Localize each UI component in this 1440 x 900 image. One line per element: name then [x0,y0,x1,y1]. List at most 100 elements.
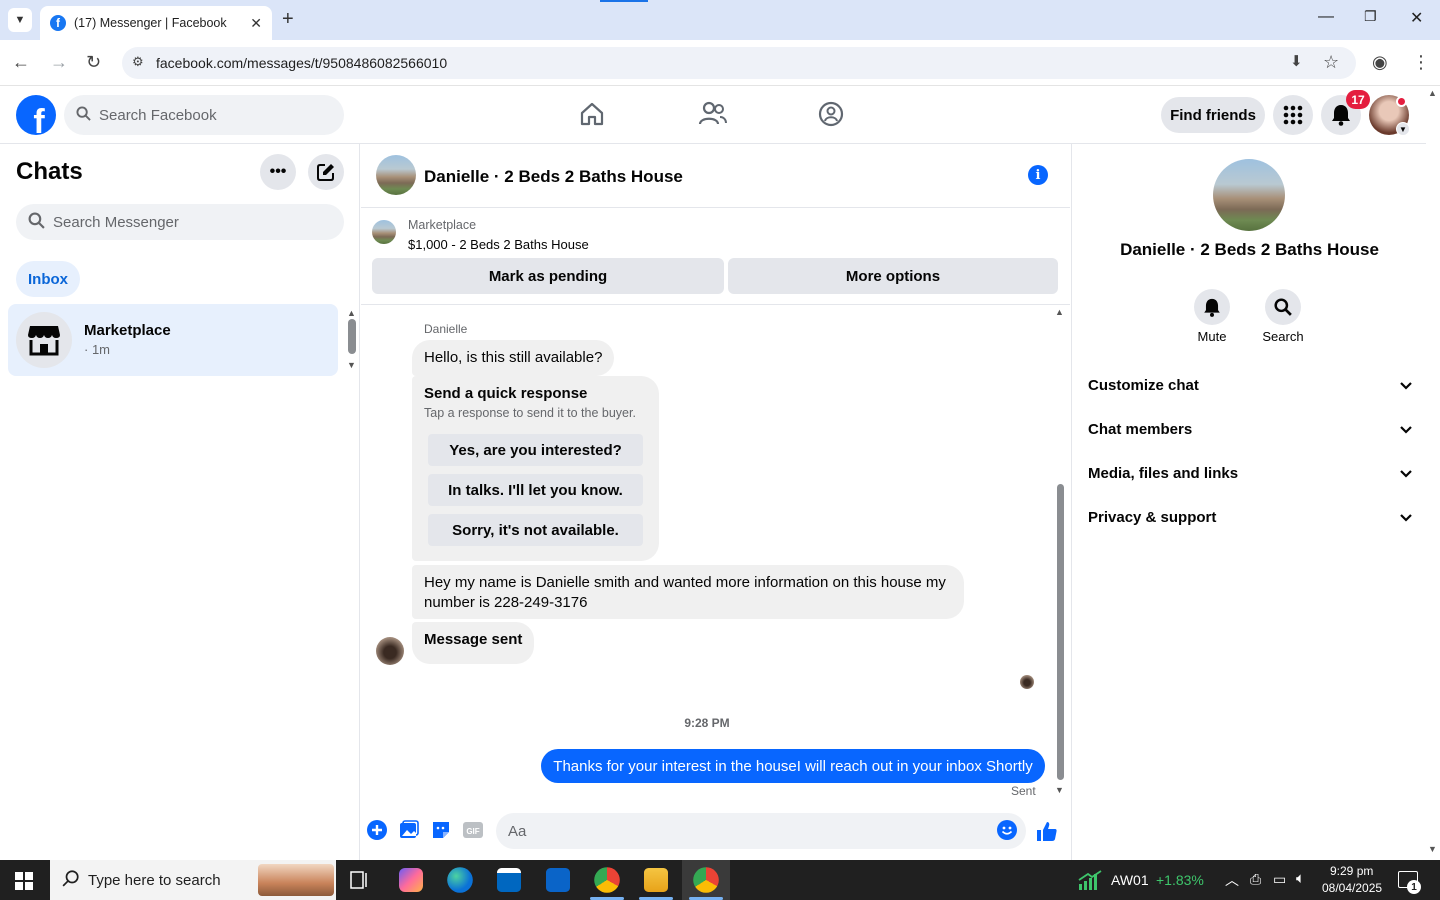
chevron-down-icon [1400,466,1412,481]
new-tab-icon[interactable]: + [282,8,294,31]
customize-chat-section[interactable]: Customize chat [1088,363,1412,407]
quick-response-yes-button[interactable]: Yes, are you interested? [428,434,643,466]
page-scrollbar[interactable]: ▲ ▼ [1426,86,1440,860]
reload-icon[interactable]: ↻ [86,52,101,73]
scroll-up-arrow-icon[interactable]: ▲ [347,308,356,318]
message-bubble[interactable]: Hello, is this still available? [412,340,615,376]
notification-count: 1 [1407,880,1421,894]
groups-icon[interactable] [817,100,847,130]
more-options-button[interactable]: More options [728,258,1058,294]
conversation-scrollbar-thumb[interactable] [1057,484,1064,780]
bookmark-star-icon[interactable]: ☆ [1323,52,1339,73]
back-arrow-icon[interactable]: ← [12,52,30,73]
task-view-icon[interactable] [350,871,370,894]
chat-list-item-marketplace[interactable]: Marketplace · 1m [8,304,338,376]
search-label[interactable]: Search [1253,329,1313,344]
windows-start-icon[interactable] [15,872,33,895]
browser-menu-icon[interactable]: ⋮ [1412,52,1430,73]
tab-close-icon[interactable]: ✕ [250,15,262,32]
privacy-support-section[interactable]: Privacy & support [1088,495,1412,539]
find-friends-button[interactable]: Find friends [1161,97,1265,133]
forward-arrow-icon[interactable]: → [50,52,68,73]
messenger-search-input[interactable]: Search Messenger [16,204,344,240]
clock-date[interactable]: 08/04/2025 [1322,881,1382,895]
browser-tab-messenger[interactable]: f (17) Messenger | Facebook ✕ [40,6,272,40]
listing-thumbnail[interactable] [372,220,396,244]
account-chevron-down-icon[interactable]: ▼ [1396,122,1410,136]
like-thumbs-up-icon[interactable] [1036,820,1058,842]
stock-chart-icon[interactable] [1078,870,1102,895]
message-input[interactable]: Aa [496,813,1026,849]
quick-response-in-talks-button[interactable]: In talks. I'll let you know. [428,474,643,506]
stock-change[interactable]: +1.83% [1156,872,1204,888]
outgoing-message-bubble[interactable]: Thanks for your interest in the houseI w… [541,749,1045,783]
house-avatar[interactable] [376,155,416,195]
window-close-icon[interactable]: ✕ [1410,8,1423,28]
profile-icon[interactable]: ◉ [1372,52,1388,73]
conversation-info-icon[interactable]: i [1028,165,1048,185]
scroll-down-arrow-icon[interactable]: ▼ [1428,844,1437,854]
conversation-title[interactable]: Danielle · 2 Beds 2 Baths House [424,167,683,187]
inbox-tab[interactable]: Inbox [16,261,80,297]
chats-scrollbar-thumb[interactable] [348,319,356,354]
sender-avatar[interactable] [376,637,404,665]
volume-icon[interactable]: 🔈︎ [1296,870,1305,887]
outlook-app-icon[interactable] [546,868,570,892]
sticker-icon[interactable] [431,820,453,842]
account-alert-dot [1396,96,1407,107]
gif-icon[interactable]: GIF [462,820,484,842]
emoji-icon[interactable] [997,820,1019,842]
listing-title[interactable]: $1,000 - 2 Beds 2 Baths House [408,237,589,252]
show-hidden-icons-chevron-icon[interactable]: ︿ [1225,870,1239,890]
file-explorer-app-icon[interactable] [644,868,668,892]
facebook-logo-icon[interactable]: f [16,95,56,135]
section-label: Chat members [1088,420,1193,438]
attach-photo-icon[interactable] [399,820,421,842]
clock-time[interactable]: 9:29 pm [1330,864,1373,878]
chrome-app-icon[interactable] [594,867,620,893]
message-bubble[interactable]: Hey my name is Danielle smith and wanted… [412,565,964,619]
store-app-icon[interactable] [497,868,521,892]
mute-bell-icon[interactable] [1194,289,1230,325]
house-profile-avatar[interactable] [1213,159,1285,231]
tab-search-chevron-icon[interactable]: ▼ [8,8,32,32]
media-files-links-section[interactable]: Media, files and links [1088,451,1412,495]
chat-name: Marketplace [84,322,171,339]
site-info-icon[interactable]: ⚙ [132,54,144,70]
quick-response-title: Send a quick response [424,385,588,402]
scroll-down-arrow-icon[interactable]: ▼ [347,360,356,370]
taskbar-search-input[interactable]: Type here to search [50,860,336,900]
quick-response-not-available-button[interactable]: Sorry, it's not available. [428,514,643,546]
chat-members-section[interactable]: Chat members [1088,407,1412,451]
scroll-up-arrow-icon[interactable]: ▲ [1055,307,1064,317]
chevron-down-icon [1400,510,1412,525]
friends-icon[interactable] [698,100,728,130]
search-in-conversation-icon[interactable] [1265,289,1301,325]
address-bar[interactable]: ⚙ facebook.com/messages/t/95084860825660… [122,47,1356,79]
facebook-favicon-icon: f [50,15,66,31]
menu-grid-icon[interactable] [1273,95,1313,135]
restore-icon[interactable]: ❐ [1364,8,1377,25]
facebook-header: f Search Facebook Find friends 17 ▼ [0,86,1426,144]
chrome-profile-app-icon[interactable] [693,867,719,893]
edge-app-icon[interactable] [447,867,473,893]
new-message-compose-icon[interactable] [308,154,344,190]
search-placeholder: Search Facebook [99,106,217,124]
message-bubble[interactable]: Message sent [412,622,535,664]
scroll-down-arrow-icon[interactable]: ▼ [1055,785,1064,795]
meet-now-icon[interactable]: ⎙ [1250,871,1261,888]
home-icon[interactable] [578,100,608,130]
minimize-icon[interactable]: — [1318,8,1334,26]
copilot-app-icon[interactable] [399,868,423,892]
mark-as-pending-button[interactable]: Mark as pending [372,258,724,294]
scroll-up-arrow-icon[interactable]: ▲ [1428,88,1437,98]
facebook-search-input[interactable]: Search Facebook [64,95,344,135]
mute-label[interactable]: Mute [1182,329,1242,344]
browser-nav-bar: ← → ↻ ⚙ facebook.com/messages/t/95084860… [0,40,1440,86]
section-label: Customize chat [1088,376,1199,394]
chat-options-more-icon[interactable]: ••• [260,154,296,190]
install-app-icon[interactable]: ⬇ [1290,52,1303,70]
stock-ticker[interactable]: AW01 [1111,872,1149,888]
more-actions-plus-icon[interactable] [367,820,389,842]
network-icon[interactable]: ▭ [1273,871,1286,888]
